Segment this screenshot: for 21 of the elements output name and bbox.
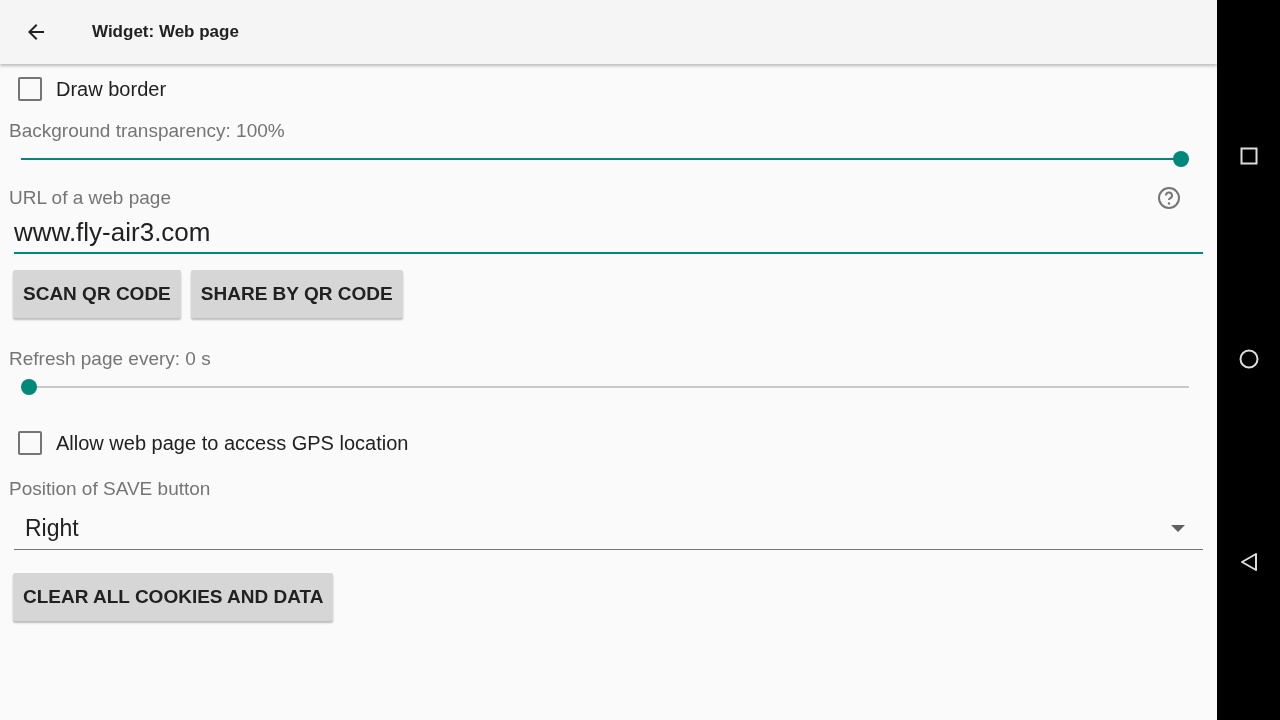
clear-button[interactable]: CLEAR ALL COOKIES AND DATA	[13, 573, 334, 621]
qr-button[interactable]: SCAN QR CODE	[13, 270, 181, 318]
checkbox-label: Allow web page to access GPS location	[56, 431, 409, 455]
checkbox[interactable]	[18, 431, 42, 455]
position-dropdown[interactable]: Right	[14, 512, 1203, 550]
slider-label: Background transparency: 100%	[9, 120, 286, 142]
dropdown-arrow-icon	[1171, 525, 1185, 532]
qr-button[interactable]: SHARE BY QR CODE	[190, 270, 403, 318]
dropdown-label: Position of SAVE button	[9, 478, 212, 500]
help-icon[interactable]	[1157, 186, 1181, 210]
circle-icon[interactable]	[1238, 348, 1259, 369]
slider-thumb[interactable]	[21, 379, 37, 395]
square-icon[interactable]	[1239, 147, 1258, 165]
slider-label: Refresh page every: 0 s	[9, 348, 212, 370]
back-triangle-icon[interactable]	[1239, 552, 1258, 572]
slider-thumb[interactable]	[1173, 151, 1189, 167]
field-label: URL of a web page	[9, 187, 171, 209]
checkbox-label: Draw border	[56, 77, 167, 101]
checkbox[interactable]	[18, 77, 42, 101]
url-field[interactable]: www.fly-air3.com	[14, 216, 1203, 254]
screen-title: Widget: Web page	[92, 22, 239, 42]
